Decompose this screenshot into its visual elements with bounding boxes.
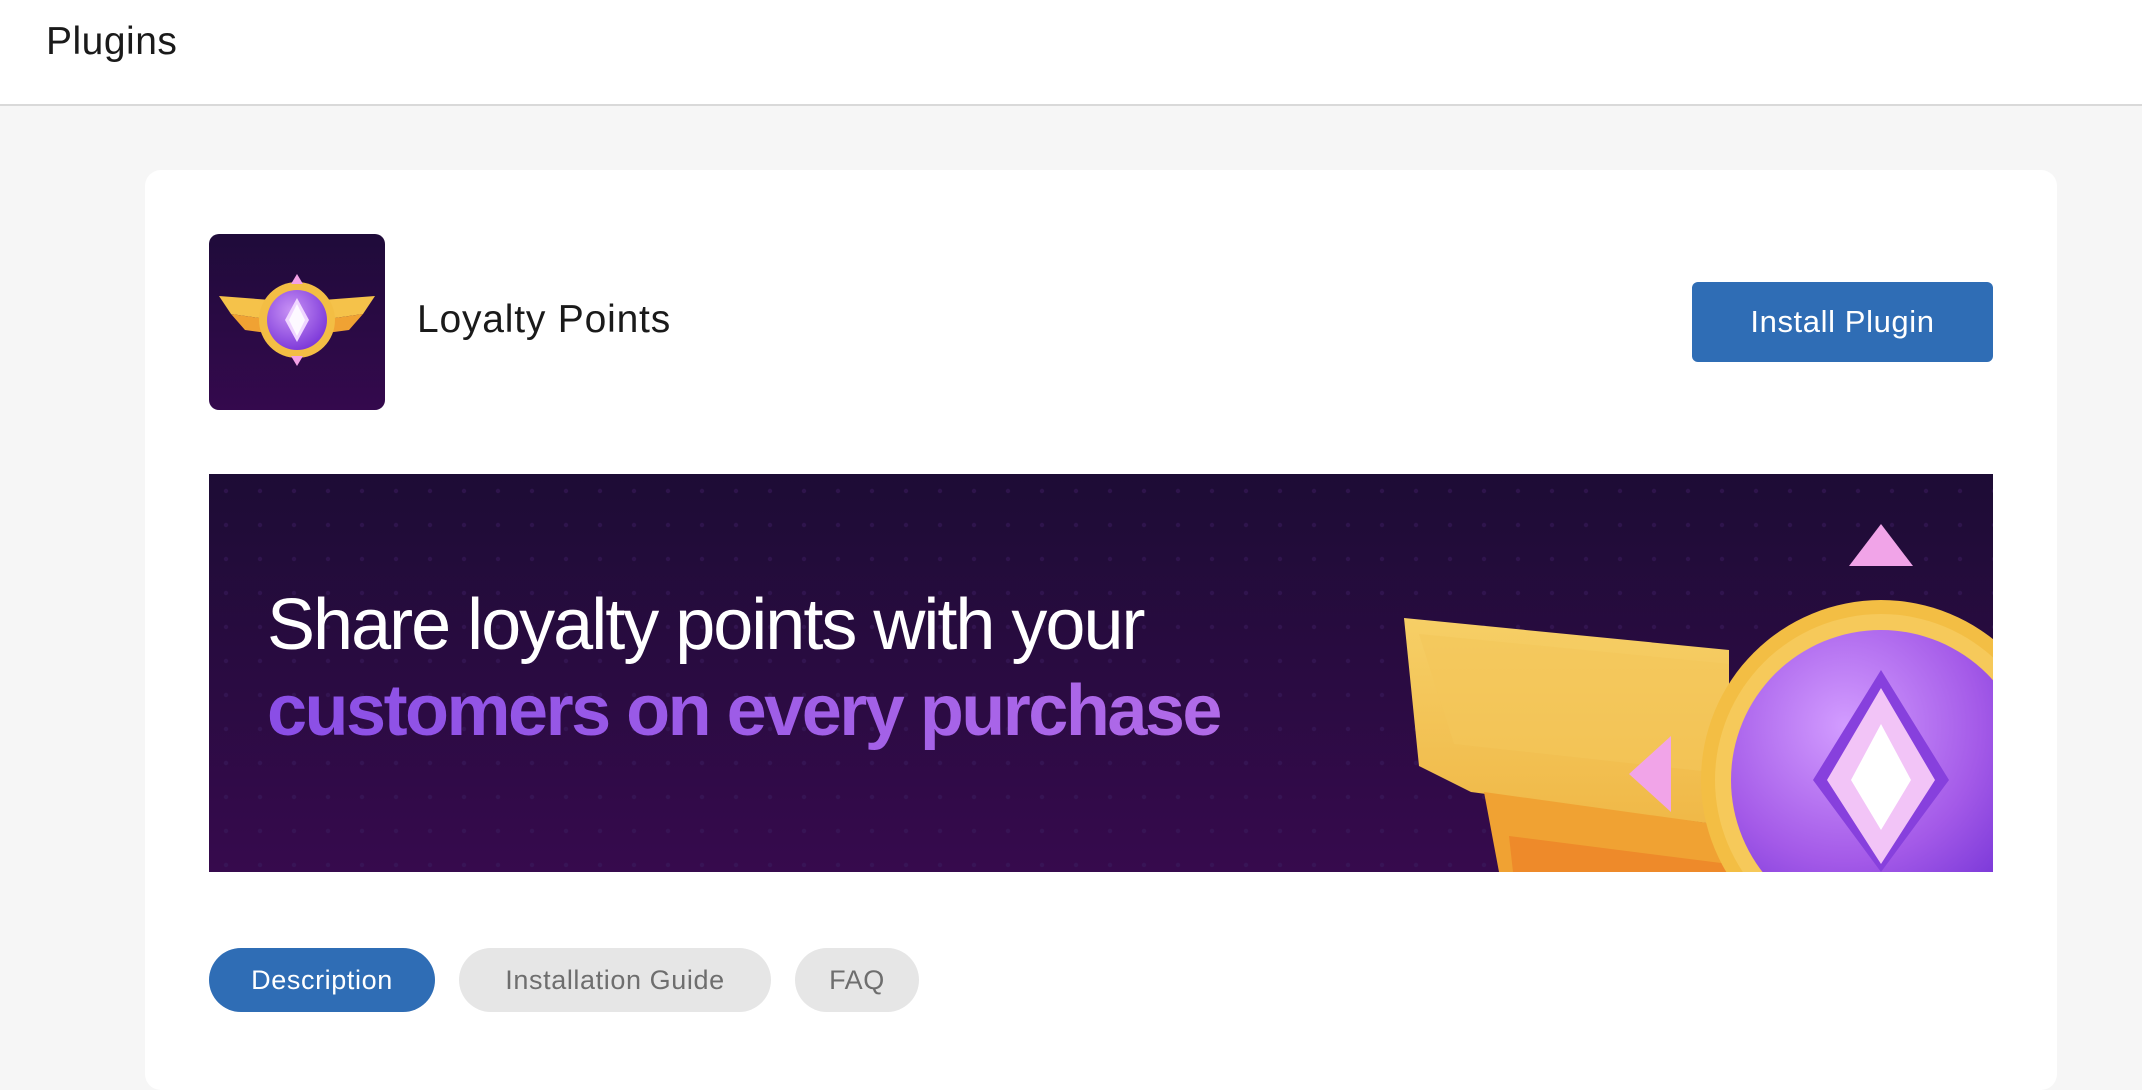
plugin-name: Loyalty Points [417, 298, 671, 341]
plugin-banner: Share loyalty points with your customers… [209, 474, 1993, 872]
page-title: Plugins [46, 20, 178, 63]
install-plugin-button[interactable]: Install Plugin [1692, 282, 1993, 362]
top-bar: Plugins [0, 0, 2142, 106]
tab-description[interactable]: Description [209, 948, 435, 1012]
loyalty-badge-icon [209, 234, 385, 410]
tab-faq[interactable]: FAQ [795, 948, 919, 1012]
banner-subheadline: customers on every purchase [267, 671, 1222, 751]
tab-installation-guide[interactable]: Installation Guide [459, 948, 771, 1012]
plugin-card: Loyalty Points Install Plugin Share loya… [145, 170, 2057, 1090]
banner-headline: Share loyalty points with your [267, 585, 1145, 665]
